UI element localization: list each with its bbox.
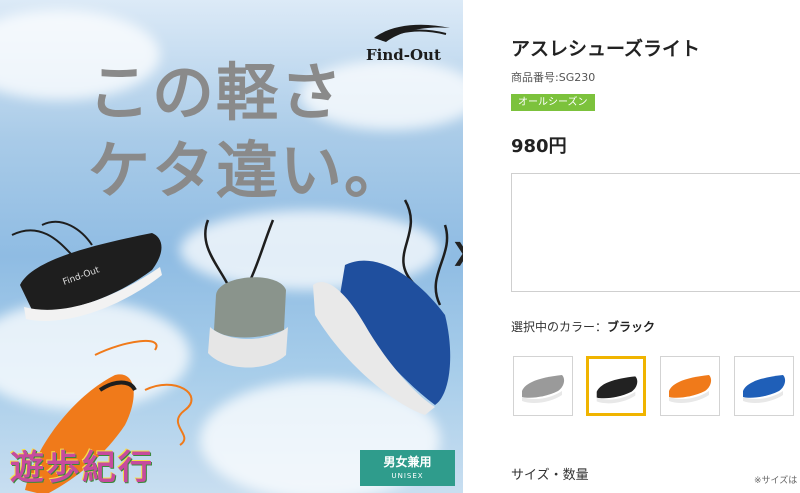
watermark-text: 遊歩紀行	[10, 448, 154, 488]
selected-color-value: ブラック	[607, 320, 656, 334]
headline: この軽さ ケタ違い。	[88, 54, 408, 210]
headline-line-1: この軽さ	[88, 56, 345, 129]
color-swatch-orange[interactable]	[660, 356, 720, 416]
product-title: アスレシューズライト	[511, 38, 701, 60]
selected-color-label: 選択中のカラー：ブラック	[511, 318, 655, 335]
selected-color-prefix: 選択中のカラー：	[511, 320, 608, 334]
shoe-black-image: Find-Out	[11, 220, 162, 321]
size-quantity-label: サイズ・数量	[511, 468, 589, 483]
product-info-panel: アスレシューズライト 商品番号:SG230 オールシーズン 980円 選択中のカ…	[511, 0, 800, 493]
product-image-banner[interactable]: Find-Out この軽さ ケタ違い。 Find-Out ❯ 男女兼用 UNIS…	[0, 0, 463, 493]
shoe-blue-thumbnail-icon	[743, 375, 786, 403]
next-image-arrow[interactable]: ❯	[451, 238, 463, 266]
shoe-black-thumbnail-icon	[596, 376, 638, 404]
color-swatch-black[interactable]	[586, 356, 646, 416]
shoe-orange-thumbnail-icon	[669, 375, 712, 403]
color-swatch-gray[interactable]	[513, 356, 573, 416]
color-swatch-blue[interactable]	[734, 356, 794, 416]
size-note: ※サイズは	[754, 476, 798, 486]
unisex-sub-label: UNISEX	[391, 472, 424, 480]
shoe-gray-thumbnail-icon	[522, 375, 565, 403]
product-price: 980円	[511, 136, 567, 157]
unisex-main-label: 男女兼用	[383, 455, 432, 469]
product-code: 商品番号:SG230	[511, 71, 596, 84]
unisex-badge: 男女兼用 UNISEX	[360, 450, 455, 486]
logo-swoosh-icon	[374, 24, 450, 42]
season-badge: オールシーズン	[511, 94, 595, 111]
shoe-blue-image	[313, 199, 451, 415]
description-box	[511, 173, 800, 292]
